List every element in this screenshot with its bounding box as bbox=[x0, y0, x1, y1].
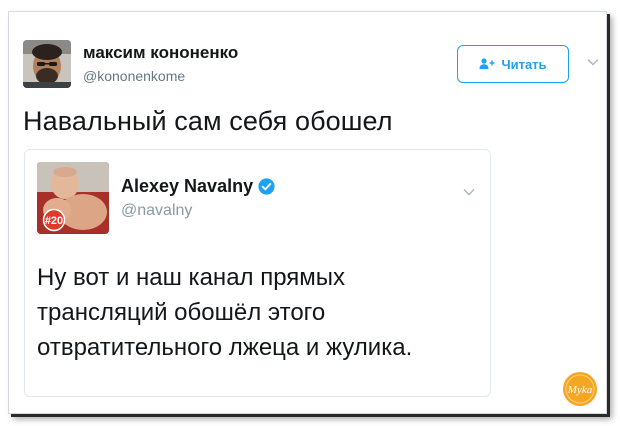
watermark-text: Myka bbox=[567, 384, 593, 396]
follow-button-label: Читать bbox=[501, 56, 547, 72]
quoted-text-line: трансляций обошёл этого bbox=[37, 299, 326, 326]
quoted-text-line: отвратительного лжеца и жулика. bbox=[37, 334, 413, 361]
author-avatar[interactable] bbox=[23, 40, 71, 88]
chevron-down-icon[interactable] bbox=[587, 58, 599, 66]
quoted-author-handle[interactable]: @navalny bbox=[121, 202, 192, 220]
watermark-logo: Myka bbox=[563, 372, 597, 406]
author-avatar-image bbox=[23, 40, 71, 88]
tweet-text: Навальный сам себя обошел bbox=[23, 106, 393, 136]
quoted-text-line: Ну вот и наш канал прямых bbox=[37, 264, 346, 291]
verified-badge-icon bbox=[258, 178, 275, 195]
quoted-tweet-text: Ну вот и наш канал прямых трансляций обо… bbox=[37, 260, 487, 365]
quoted-tweet[interactable]: #20 Alexey Navalny @navalny Ну вот и наш… bbox=[24, 149, 491, 397]
avatar-badge-text: #20 bbox=[45, 215, 63, 227]
quoted-chevron-down-icon[interactable] bbox=[463, 188, 475, 196]
follow-button[interactable]: Читать bbox=[457, 45, 569, 83]
author-name[interactable]: максим кононенко bbox=[83, 43, 238, 63]
quoted-avatar-image: #20 bbox=[37, 162, 109, 234]
tweet-card: максим кононенко @kononenkome Читать Нав… bbox=[8, 11, 607, 414]
add-person-icon bbox=[479, 58, 495, 69]
quoted-author-avatar[interactable]: #20 bbox=[37, 162, 109, 234]
quoted-author-name-row[interactable]: Alexey Navalny bbox=[121, 176, 275, 197]
quoted-author-name: Alexey Navalny bbox=[121, 176, 254, 196]
author-handle[interactable]: @kononenkome bbox=[83, 68, 185, 84]
